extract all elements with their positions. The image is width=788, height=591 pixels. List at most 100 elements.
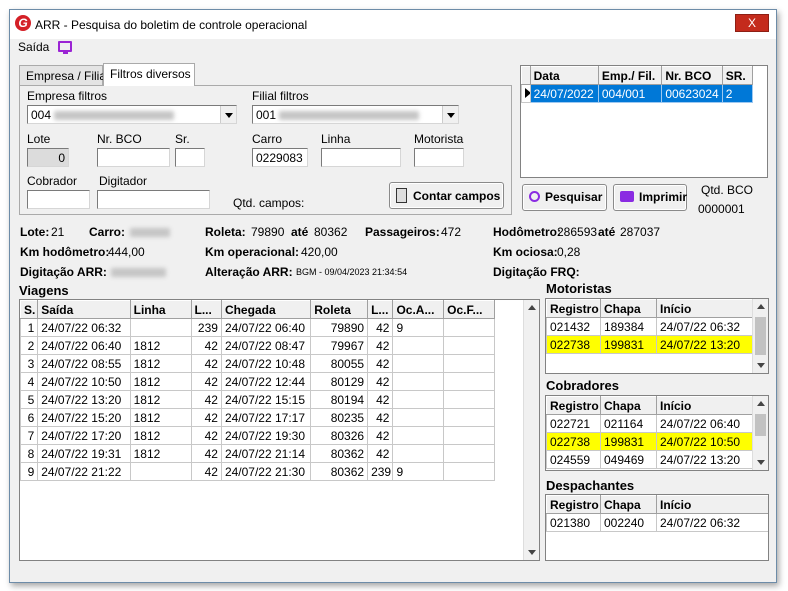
cell [443,336,495,355]
cell: 7 [20,426,39,445]
cobradores-grid[interactable]: Registro Chapa Início 022721 021164 24/07/22 … [545,395,769,471]
col-header-1[interactable]: Saída [37,300,131,319]
table-row[interactable]: 7 24/07/22 17:20 1812 42 24/07/22 19:30 80326… [20,426,495,445]
col-header-3[interactable]: L... [190,300,222,319]
tab-empresa-filial[interactable]: Empresa / Filial [19,65,109,85]
cell: 24/07/22 08:47 [220,336,312,355]
scroll-down-icon[interactable] [757,460,765,465]
tab-filtros-diversos[interactable]: Filtros diversos [103,63,195,86]
digitador-field[interactable] [97,190,210,209]
col-header-emp-fil[interactable]: Emp./ Fil. [597,66,663,85]
bco-grid[interactable]: Data Emp./ Fil. Nr. BCO SR. 24/07/2022 004/0… [520,65,768,178]
motoristas-title: Motoristas [546,281,612,296]
col-header-2[interactable]: Início [656,396,754,415]
cell [443,426,495,445]
linha-field[interactable] [321,148,401,167]
lote-field[interactable]: 0 [27,148,69,167]
motorista-field[interactable] [414,148,464,167]
table-row[interactable]: 2 24/07/22 06:40 1812 42 24/07/22 08:47 79967… [20,336,495,355]
filial-select[interactable]: 001 [252,105,459,124]
hodometro-from: 286593 [557,225,598,239]
col-header-4[interactable]: Chegada [220,300,312,319]
km-hodometro-value: 444,00 [108,245,145,259]
col-header-2[interactable]: Início [656,299,754,318]
pesquisar-button[interactable]: Pesquisar [522,184,607,211]
col-header-0[interactable]: Registro [546,396,601,415]
motoristas-grid[interactable]: Registro Chapa Início 021432 189384 24/07/22 … [545,298,769,374]
qtd-campos-label: Qtd. campos: [233,196,305,210]
close-button[interactable]: X [735,14,769,32]
scroll-up-icon[interactable] [528,305,536,310]
cell: 6 [20,408,39,427]
cell: 24/07/22 19:31 [37,444,131,463]
scroll-down-icon[interactable] [528,550,536,555]
table-row[interactable]: 021432 189384 24/07/22 06:32 [546,317,754,336]
menu-saida[interactable]: Saída [18,40,49,54]
col-header-1[interactable]: Chapa [600,396,657,415]
table-row[interactable]: 022738 199831 24/07/22 10:50 [546,432,754,451]
chevron-down-icon[interactable] [220,106,236,123]
table-row[interactable]: 6 24/07/22 15:20 1812 42 24/07/22 17:17 80235… [20,408,495,427]
summary-lote-value: 21 [51,225,65,239]
col-header-nrbco[interactable]: Nr. BCO [661,66,723,85]
table-row[interactable]: 24/07/2022 004/001 00623024 2 [521,84,754,103]
blurred-carro [130,228,170,237]
table-row[interactable]: 022721 021164 24/07/22 06:40 [546,414,754,433]
col-header-6[interactable]: L... [367,300,394,319]
col-header-7[interactable]: Oc.A... [392,300,445,319]
km-hodometro-label: Km hodômetro: [20,245,110,259]
table-row[interactable]: 1 24/07/22 06:32 239 24/07/22 06:40 79890 42 9 [20,318,495,337]
cell: 8 [20,444,39,463]
chevron-down-icon[interactable] [442,106,458,123]
table-row[interactable]: 9 24/07/22 21:22 42 24/07/22 21:30 80362 239 9 [20,462,495,481]
col-header-2[interactable]: Linha [129,300,192,319]
summary-carro-label: Carro: [89,225,126,239]
cell: 239 [367,462,394,481]
alteracao-arr-value: BGM - 09/04/2023 21:34:54 [296,267,408,277]
cell: 24/07/22 06:32 [656,513,768,532]
col-header-1[interactable]: Chapa [600,299,657,318]
viagens-scrollbar[interactable] [523,300,539,560]
cell: 24/07/22 08:55 [37,354,131,373]
col-header-8[interactable]: Oc.F... [443,300,495,319]
table-row[interactable]: 021380 002240 24/07/22 06:32 [546,513,768,532]
col-header-data[interactable]: Data [529,66,599,85]
sr-field[interactable] [175,148,205,167]
imprimir-button[interactable]: Imprimir [613,184,687,211]
cobradores-scrollbar[interactable] [752,396,768,470]
scroll-up-icon[interactable] [757,304,765,309]
monitor-icon[interactable] [58,41,72,54]
cell: 79890 [310,318,369,337]
table-row[interactable]: 3 24/07/22 08:55 1812 42 24/07/22 10:48 80055… [20,354,495,373]
viagens-grid[interactable]: S. Saída Linha L... Chegada Roleta L... Oc.A...… [19,299,540,561]
col-header-0[interactable]: S. [20,300,39,319]
cell: 42 [190,444,222,463]
cell: 199831 [600,432,657,451]
col-header-sr[interactable]: SR. [721,66,754,85]
table-row[interactable]: 4 24/07/22 10:50 1812 42 24/07/22 12:44 80129… [20,372,495,391]
scroll-up-icon[interactable] [757,401,765,406]
table-row[interactable]: 024559 049469 24/07/22 13:20 [546,450,754,469]
lote-label: Lote [27,132,51,146]
col-header-2[interactable]: Início [656,495,768,514]
despachantes-grid[interactable]: Registro Chapa Início 021380 002240 24/07/22 … [545,494,769,561]
col-header-0[interactable]: Registro [546,299,601,318]
carro-field[interactable]: 0229083 [252,148,308,167]
contar-campos-button[interactable]: Contar campos [389,182,504,209]
nrbco-field[interactable] [97,148,170,167]
sr-label: Sr. [175,132,190,146]
table-row[interactable]: 8 24/07/22 19:31 1812 42 24/07/22 21:14 80362… [20,444,495,463]
motoristas-scrollbar[interactable] [752,299,768,373]
hodometro-label: Hodômetro: [493,225,561,239]
table-row[interactable]: 5 24/07/22 13:20 1812 42 24/07/22 15:15 80194… [20,390,495,409]
scroll-down-icon[interactable] [757,363,765,368]
cell [392,354,445,373]
table-row[interactable]: 022738 199831 24/07/22 13:20 [546,335,754,354]
cobrador-field[interactable] [27,190,90,209]
cell: 42 [367,372,394,391]
empresa-select[interactable]: 004 [27,105,237,124]
col-header-1[interactable]: Chapa [600,495,657,514]
col-header-5[interactable]: Roleta [310,300,369,319]
motorista-label: Motorista [414,132,464,146]
col-header-0[interactable]: Registro [546,495,601,514]
